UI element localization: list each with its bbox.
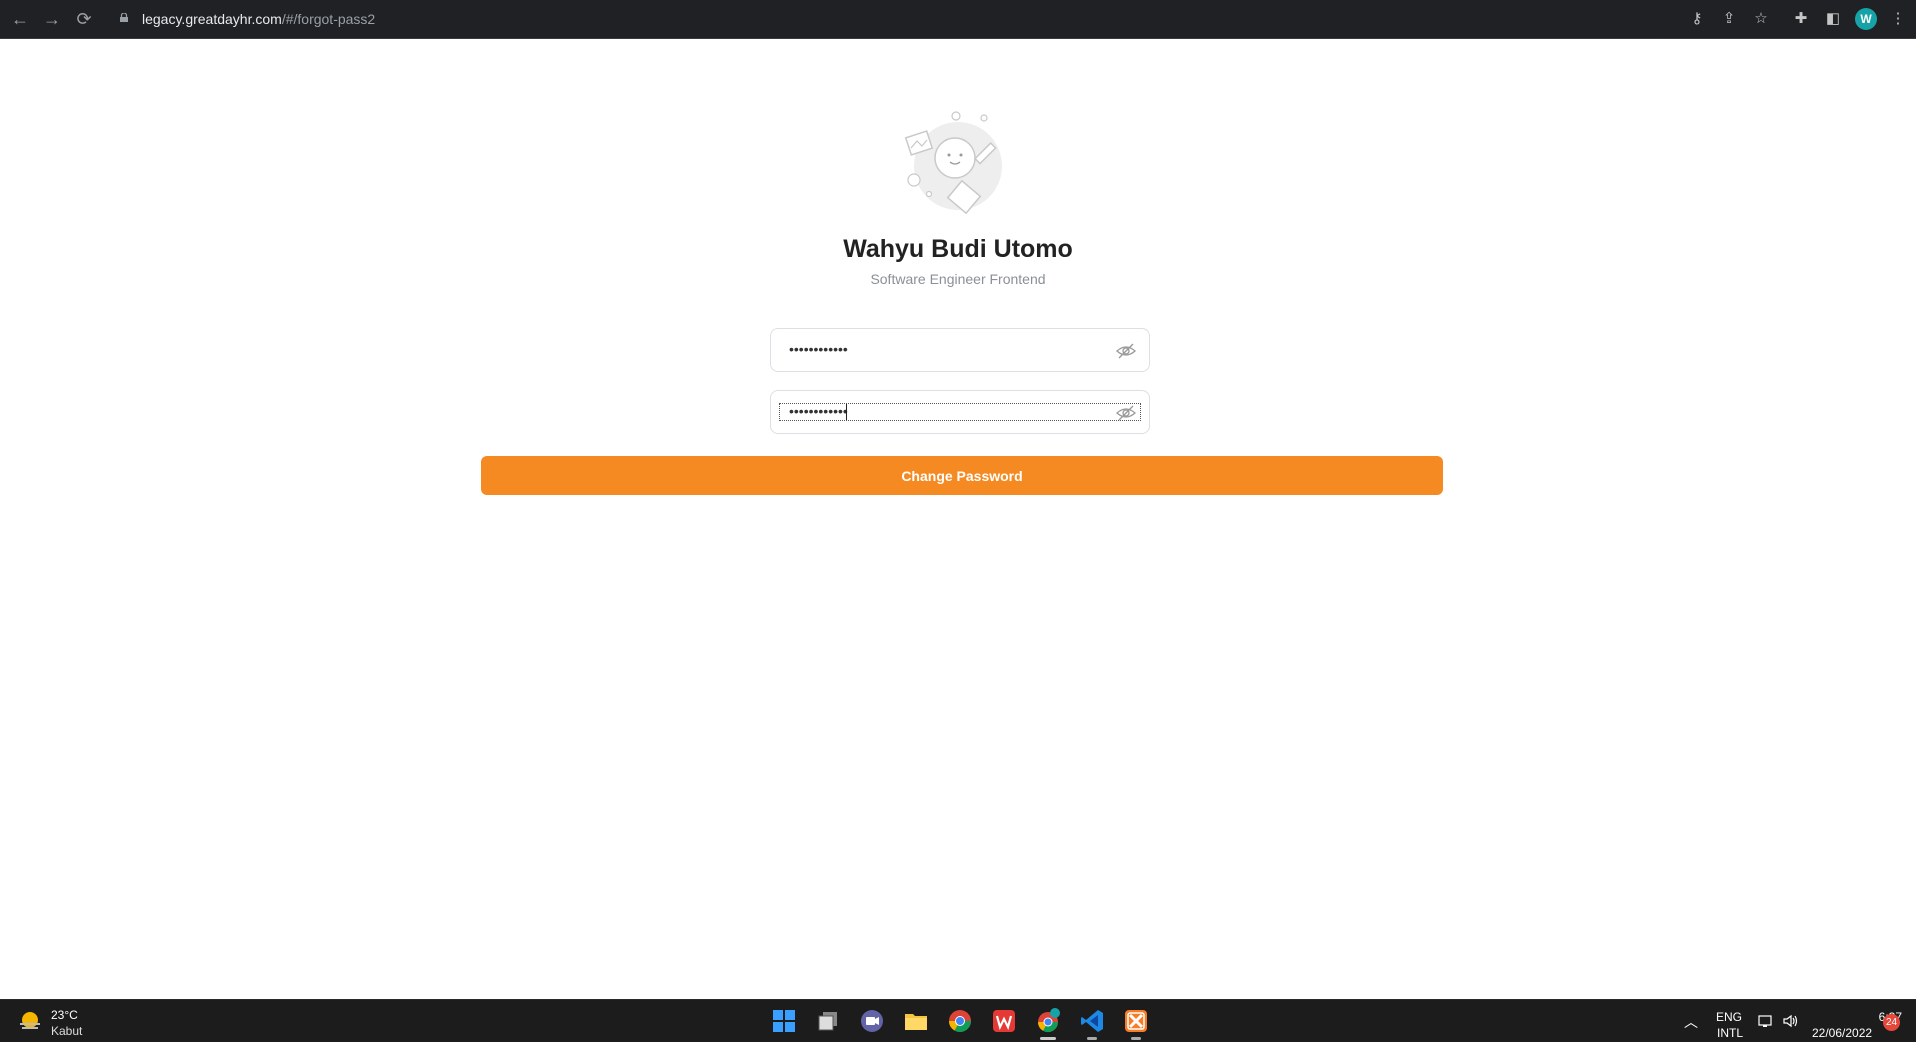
windows-start-icon[interactable]: [770, 1007, 798, 1035]
clock-date[interactable]: 22/06/2022: [1812, 1026, 1872, 1040]
menu-kebab-icon[interactable]: ⋮: [1887, 8, 1909, 30]
new-password-value: ••••••••••••: [789, 341, 848, 357]
change-password-button[interactable]: Change Password: [481, 456, 1443, 495]
side-panel-icon[interactable]: ◧: [1822, 8, 1844, 30]
forward-icon[interactable]: →: [40, 7, 64, 31]
vscode-app[interactable]: [1078, 1007, 1106, 1040]
xampp-app[interactable]: [1122, 1007, 1150, 1040]
eye-slash-icon[interactable]: [1115, 341, 1137, 361]
language-indicator-line2[interactable]: INTL: [1717, 1026, 1743, 1040]
vscode-icon: [1081, 1010, 1103, 1032]
file-explorer-icon[interactable]: [902, 1007, 930, 1035]
task-view-icon[interactable]: [814, 1007, 842, 1035]
profile-avatar[interactable]: W: [1855, 8, 1877, 30]
back-icon[interactable]: ←: [8, 7, 32, 31]
taskbar: 23°C Kabut ︿ ENG INTL 22/06/2022 24: [0, 999, 1916, 1042]
user-name: Wahyu Budi Utomo: [843, 235, 1073, 263]
weather-description: Kabut: [51, 1024, 83, 1038]
key-icon[interactable]: ⚷: [1686, 8, 1708, 30]
running-indicator: [1040, 1037, 1056, 1040]
language-indicator-line1[interactable]: ENG: [1716, 1010, 1742, 1024]
chrome-profile-icon: [1037, 1008, 1060, 1033]
bookmark-star-icon[interactable]: ☆: [1750, 8, 1772, 30]
running-indicator: [1087, 1037, 1097, 1040]
confirm-password-value: ••••••••••••: [789, 403, 848, 419]
chrome-profile-app[interactable]: [1034, 1007, 1062, 1040]
tray-overflow-chevron-icon[interactable]: ︿: [1684, 1012, 1698, 1032]
weather-hazy-icon[interactable]: [18, 1010, 42, 1032]
xampp-icon: [1125, 1010, 1147, 1032]
lock-icon: [120, 13, 128, 22]
extensions-icon[interactable]: ✚: [1790, 8, 1812, 30]
teams-chat-icon[interactable]: [858, 1007, 886, 1035]
weather-temperature: 23°C: [51, 1008, 78, 1022]
user-illustration: [904, 111, 1002, 215]
address-bar[interactable]: legacy.greatdayhr.com/#/forgot-pass2: [108, 4, 1668, 34]
text-caret: [846, 404, 847, 420]
wps-office-icon[interactable]: [990, 1007, 1018, 1035]
eye-slash-icon[interactable]: [1115, 403, 1137, 423]
reload-icon[interactable]: ⟳: [72, 7, 96, 31]
url-text: legacy.greatdayhr.com/#/forgot-pass2: [142, 11, 376, 27]
network-icon[interactable]: [1758, 1014, 1774, 1028]
chrome-icon[interactable]: [946, 1007, 974, 1035]
new-password-field[interactable]: ••••••••••••: [770, 328, 1150, 372]
user-role: Software Engineer Frontend: [870, 271, 1046, 287]
volume-icon[interactable]: [1782, 1014, 1800, 1028]
confirm-password-field[interactable]: ••••••••••••: [770, 390, 1150, 434]
notification-badge[interactable]: 24: [1883, 1014, 1900, 1031]
browser-toolbar: ← → ⟳ legacy.greatdayhr.com/#/forgot-pas…: [0, 0, 1916, 39]
running-indicator: [1131, 1037, 1141, 1040]
share-icon[interactable]: ⇪: [1718, 8, 1740, 30]
